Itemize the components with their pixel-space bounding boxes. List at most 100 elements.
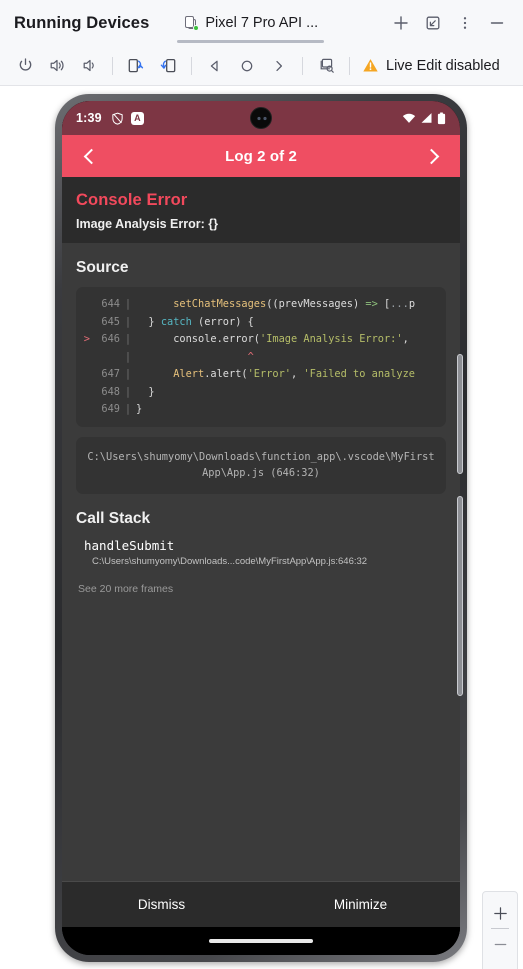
screenshot-search-icon[interactable] [311, 51, 341, 81]
call-stack-section-title: Call Stack [76, 509, 151, 527]
code-line-text: } [136, 403, 143, 415]
device-icon [183, 15, 200, 31]
code-line: 645 | } catch (error) { [76, 314, 446, 332]
zoom-out-button[interactable] [485, 929, 515, 959]
collapse-arrow-icon[interactable] [419, 9, 447, 37]
error-message: Image Analysis Error: {} [76, 217, 218, 231]
dismiss-button[interactable]: Dismiss [62, 897, 261, 912]
log-header-bar: Log 2 of 2 [62, 135, 460, 177]
vertical-dots-icon[interactable] [451, 9, 479, 37]
error-line-marker [76, 401, 90, 419]
toolbar-divider-4 [349, 56, 350, 75]
code-line-text: setChatMessages((prevMessages) => [...p [173, 298, 416, 310]
code-line-number: 644 [101, 298, 120, 310]
toolbar-divider-3 [302, 56, 303, 75]
stack-frame-function: handleSubmit [84, 537, 175, 553]
device-bezel: 1:39 A Log 2 of 2 Console Error Image An… [62, 101, 460, 955]
code-gutter-bar: | [124, 368, 132, 380]
front-camera-cutout [250, 107, 272, 129]
rotate-left-icon[interactable] [121, 51, 151, 81]
zoom-controls-panel: 1:1 [482, 891, 518, 969]
live-edit-status[interactable]: Live Edit disabled [362, 57, 500, 74]
android-gesture-navbar [62, 927, 460, 955]
chevron-right-icon [423, 148, 439, 164]
screen-scrollbar[interactable] [457, 336, 463, 706]
scrollbar-thumb-lower[interactable] [457, 496, 463, 696]
code-line: 648 | } [76, 384, 446, 402]
minus-icon[interactable] [483, 9, 511, 37]
zoom-in-button[interactable] [485, 898, 515, 928]
error-line-marker [76, 384, 90, 402]
toolbar-divider-2 [191, 56, 192, 75]
error-line-marker [76, 296, 90, 314]
stack-frame-location: C:\Users\shumyomy\Downloads...code\MyFir… [92, 555, 368, 567]
android-status-bar: 1:39 A [62, 101, 460, 135]
status-bar-left-icons: A [111, 111, 144, 125]
previous-log-button[interactable] [76, 148, 106, 164]
do-not-disturb-icon [112, 112, 123, 125]
home-gesture-pill[interactable] [209, 939, 313, 943]
call-stack-frame[interactable]: handleSubmit C:\Users\shumyomy\Downloads… [62, 538, 460, 567]
code-gutter-bar: | [124, 350, 132, 363]
see-more-frames-link[interactable]: See 20 more frames [62, 567, 460, 595]
code-gutter-bar: | [124, 403, 132, 415]
a-badge-icon: A [130, 111, 144, 125]
error-title: Console Error [76, 191, 188, 209]
tool-window-titlebar: Running Devices Pixel 7 Pro API ... [0, 0, 523, 46]
recents-chevron-icon[interactable] [264, 51, 294, 81]
code-gutter-bar: | [124, 385, 132, 398]
source-file-path: C:\Users\shumyomy\Downloads\function_app… [76, 436, 446, 494]
cell-signal-icon [421, 113, 432, 123]
device-screen[interactable]: 1:39 A Log 2 of 2 Console Error Image An… [62, 101, 460, 955]
device-toolbar: Live Edit disabled [0, 46, 523, 86]
code-line-number: 645 [101, 315, 120, 328]
source-section-title: Source [76, 259, 129, 276]
scrollbar-thumb-upper[interactable] [457, 354, 463, 474]
code-gutter-bar: | [124, 298, 132, 310]
rotate-right-icon[interactable] [153, 51, 183, 81]
plus-icon[interactable] [387, 9, 415, 37]
error-line-marker [76, 314, 90, 332]
error-line-marker: > [83, 333, 90, 345]
volume-down-icon[interactable] [74, 51, 104, 81]
battery-icon [437, 112, 446, 124]
toolbar-divider [112, 56, 113, 75]
code-line-number: 649 [101, 403, 120, 415]
device-frame: 1:39 A Log 2 of 2 Console Error Image An… [55, 94, 467, 962]
code-line: 644 | setChatMessages((prevMessages) => [… [76, 296, 446, 314]
power-icon[interactable] [10, 51, 40, 81]
error-line-marker [76, 366, 90, 384]
code-line: >646 | console.error('Image Analysis Erro… [76, 331, 446, 349]
minimize-button[interactable]: Minimize [261, 897, 460, 912]
back-triangle-icon[interactable] [200, 51, 230, 81]
code-line: | ^ [76, 349, 446, 367]
error-header: Console Error Image Analysis Error: {} [62, 177, 460, 243]
status-bar-right-icons [402, 112, 446, 125]
error-line-marker [76, 349, 90, 367]
wifi-icon [402, 113, 416, 123]
code-line: 647 | Alert.alert('Error', 'Failed to ana… [76, 366, 446, 384]
home-circle-icon[interactable] [232, 51, 262, 81]
volume-up-icon[interactable] [42, 51, 72, 81]
log-body[interactable]: Console Error Image Analysis Error: {} S… [62, 177, 460, 927]
log-counter-title: Log 2 of 2 [225, 147, 297, 165]
code-line-text: } catch (error) { [136, 315, 254, 328]
tab-pixel-7-pro[interactable]: Pixel 7 Pro API ... [171, 0, 330, 46]
device-tabs: Pixel 7 Pro API ... [171, 0, 330, 46]
code-gutter-bar: | [124, 315, 132, 328]
code-line-text: Alert.alert('Error', 'Failed to analyze [173, 368, 416, 380]
tab-label: Pixel 7 Pro API ... [205, 15, 319, 31]
chevron-left-icon [83, 148, 99, 164]
code-line-text: } [136, 385, 155, 398]
log-footer: Dismiss Minimize [62, 881, 460, 927]
next-log-button[interactable] [416, 148, 446, 164]
window-controls [387, 9, 515, 37]
source-code-block[interactable]: 644 | setChatMessages((prevMessages) => [… [76, 287, 446, 427]
status-bar-clock: 1:39 [76, 111, 102, 125]
actual-size-button[interactable]: 1:1 [485, 959, 515, 969]
page-title: Running Devices [14, 13, 150, 32]
code-line: 649 |} [76, 401, 446, 419]
code-line-text: console.error('Image Analysis Error:', [136, 333, 409, 345]
emulator-stage: 1:39 A Log 2 of 2 Console Error Image An… [0, 86, 523, 969]
live-edit-label: Live Edit disabled [386, 57, 500, 74]
